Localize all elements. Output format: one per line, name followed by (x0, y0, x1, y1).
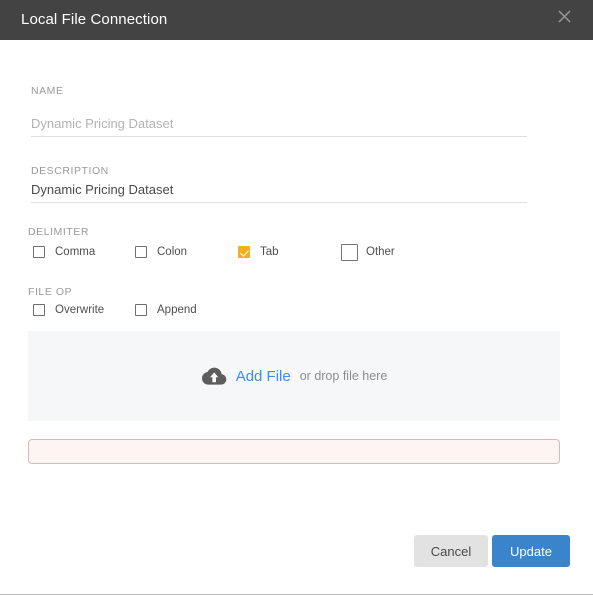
checkbox-comma-box[interactable] (33, 246, 45, 258)
checkbox-append-box[interactable] (135, 304, 147, 316)
local-file-connection-dialog: Local File Connection NAME DESCRIPTION D… (0, 0, 593, 595)
checkbox-comma-label: Comma (55, 246, 96, 258)
dialog-body: NAME DESCRIPTION DELIMITER Comma Colon T… (0, 40, 593, 595)
cloud-upload-icon (201, 367, 227, 385)
checkbox-colon-box[interactable] (135, 246, 147, 258)
checkbox-tab-label: Tab (260, 246, 279, 258)
checkbox-tab-box[interactable] (238, 246, 250, 258)
close-icon[interactable] (553, 5, 575, 27)
error-message-box (28, 439, 560, 464)
checkbox-overwrite-label: Overwrite (55, 304, 105, 316)
description-label: DESCRIPTION (31, 165, 109, 177)
update-button[interactable]: Update (492, 535, 570, 567)
checkbox-overwrite[interactable]: Overwrite (33, 301, 104, 319)
file-dropzone[interactable]: Add File or drop file here (28, 331, 560, 421)
name-label: NAME (31, 85, 64, 97)
delimiter-options: Comma Colon Tab Other (28, 243, 448, 261)
checkbox-append-label: Append (157, 304, 197, 316)
checkbox-other-box[interactable] (341, 243, 358, 261)
checkbox-other[interactable]: Other (341, 243, 395, 261)
checkbox-overwrite-box[interactable] (33, 304, 45, 316)
checkbox-colon[interactable]: Colon (135, 243, 187, 261)
name-input[interactable] (31, 113, 527, 137)
checkbox-other-label: Other (366, 246, 395, 258)
dropzone-hint: or drop file here (299, 369, 388, 383)
checkbox-comma[interactable]: Comma (33, 243, 95, 261)
checkbox-tab[interactable]: Tab (238, 243, 279, 261)
cancel-button[interactable]: Cancel (414, 535, 488, 567)
add-file-link[interactable]: Add File (236, 368, 291, 385)
file-op-label: FILE OP (28, 286, 73, 298)
dialog-titlebar: Local File Connection (0, 0, 593, 40)
description-input[interactable] (31, 179, 527, 203)
checkbox-colon-label: Colon (157, 246, 188, 258)
checkbox-append[interactable]: Append (135, 301, 197, 319)
dialog-title: Local File Connection (21, 11, 168, 28)
file-op-options: Overwrite Append (28, 301, 328, 319)
delimiter-label: DELIMITER (28, 226, 89, 238)
dropzone-content: Add File or drop file here (201, 366, 388, 386)
